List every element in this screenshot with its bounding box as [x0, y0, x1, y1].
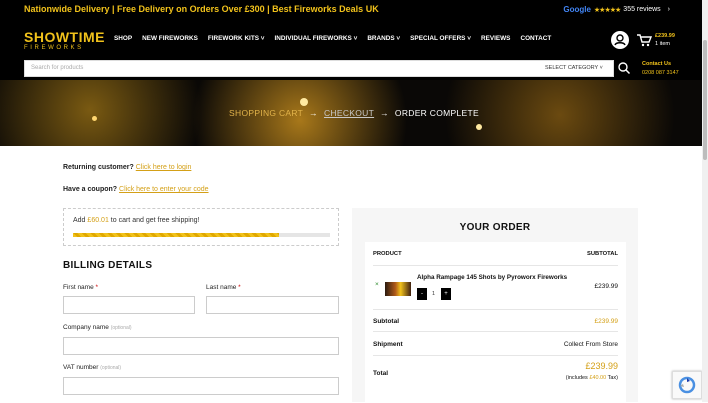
cart-count: 1 item — [655, 41, 670, 47]
site-header: SHOWTIME FIREWORKS SHOP NEW FIREWORKS FI… — [0, 20, 708, 80]
qty-value[interactable]: 1 — [432, 291, 435, 297]
search-input[interactable]: Search for products — [31, 65, 83, 71]
sparkle-decoration — [300, 98, 308, 106]
product-thumbnail[interactable] — [385, 282, 411, 296]
shipment-row: Shipment Collect From Store — [373, 332, 618, 356]
free-shipping-text: Add £60.01 to cart and get free shipping… — [73, 217, 200, 224]
category-select[interactable]: SELECT CATEGORY ˅ — [545, 65, 603, 71]
cart-total: £239.99 — [655, 33, 675, 39]
total-value: £239.99 — [585, 361, 618, 371]
promo-text: Nationwide Delivery | Free Delivery on O… — [24, 4, 379, 14]
coupon-notice: Have a coupon? Click here to enter your … — [63, 186, 209, 193]
vat-number-field[interactable] — [63, 377, 339, 395]
col-product: PRODUCT — [373, 251, 402, 257]
nav-item-new-fireworks[interactable]: NEW FIREWORKS — [142, 35, 198, 42]
company-name-field[interactable] — [63, 337, 339, 355]
product-price: £239.99 — [594, 283, 619, 290]
account-icon[interactable] — [611, 31, 629, 49]
contact-phone: 0208 087 3147 — [642, 70, 679, 76]
shipment-value: Collect From Store — [563, 341, 618, 348]
breadcrumb-order-complete: ORDER COMPLETE — [394, 108, 479, 118]
cart-icon[interactable] — [636, 33, 653, 47]
total-label: Total — [373, 370, 389, 377]
total-row: Total £239.99 (includes £40.00 Tax) — [373, 356, 618, 392]
nav-item-reviews[interactable]: REVIEWS — [481, 35, 510, 42]
qty-plus-button[interactable]: + — [441, 288, 451, 300]
login-link[interactable]: Click here to login — [136, 164, 192, 171]
subtotal-value: £239.99 — [594, 318, 619, 325]
first-name-label: First name * — [63, 284, 99, 291]
last-name-field[interactable] — [206, 296, 339, 314]
subtotal-label: Subtotal — [373, 318, 399, 325]
first-name-field[interactable] — [63, 296, 195, 314]
breadcrumb-checkout[interactable]: CHECKOUT — [324, 108, 374, 118]
coupon-link[interactable]: Click here to enter your code — [119, 186, 209, 193]
billing-title: BILLING DETAILS — [63, 260, 153, 271]
last-name-label: Last name * — [206, 284, 241, 291]
tax-note: (includes £40.00 Tax) — [565, 375, 618, 381]
company-name-label: Company name (optional) — [63, 324, 132, 331]
free-shipping-progress-fill — [73, 233, 279, 237]
reviews-count: 355 reviews — [623, 6, 661, 13]
search-bar: Search for products SELECT CATEGORY ˅ — [24, 60, 614, 77]
nav-item-shop[interactable]: SHOP — [114, 35, 132, 42]
hero-banner: SHOPPING CART → CHECKOUT → ORDER COMPLETE — [0, 80, 708, 146]
free-shipping-amount: £60.01 — [87, 217, 109, 224]
google-reviews-badge[interactable]: Google ★★★★★ 355 reviews › — [563, 5, 670, 14]
shipment-label: Shipment — [373, 341, 403, 348]
main-nav: SHOP NEW FIREWORKS FIREWORK KITS ˅ INDIV… — [114, 35, 561, 42]
search-icon[interactable] — [617, 61, 631, 75]
vat-number-label: VAT number (optional) — [63, 364, 122, 371]
free-shipping-box: Add £60.01 to cart and get free shipping… — [63, 208, 339, 246]
order-header-row: PRODUCT SUBTOTAL — [373, 242, 618, 266]
nav-item-brands[interactable]: BRANDS ˅ — [367, 35, 400, 42]
free-shipping-progress — [73, 233, 330, 237]
contact-title: Contact Us — [642, 61, 672, 67]
product-name[interactable]: Alpha Rampage 145 Shots by Pyroworx Fire… — [417, 274, 567, 281]
col-subtotal: SUBTOTAL — [586, 251, 618, 257]
order-summary: YOUR ORDER PRODUCT SUBTOTAL × Alpha Ramp… — [352, 208, 638, 402]
breadcrumb: SHOPPING CART → CHECKOUT → ORDER COMPLETE — [0, 108, 708, 118]
subtotal-row: Subtotal £239.99 — [373, 310, 618, 332]
chevron-right-icon: › — [667, 6, 670, 13]
breadcrumb-arrow-icon: → — [380, 108, 389, 118]
recaptcha-badge[interactable] — [672, 371, 702, 399]
sparkle-decoration — [476, 124, 482, 130]
nav-item-contact[interactable]: CONTACT — [520, 35, 551, 42]
rating-stars-icon: ★★★★★ — [593, 6, 621, 14]
promo-bar: Nationwide Delivery | Free Delivery on O… — [0, 0, 708, 20]
returning-customer-notice: Returning customer? Click here to login — [63, 164, 192, 171]
nav-item-firework-kits[interactable]: FIREWORK KITS ˅ — [208, 35, 265, 42]
breadcrumb-shopping-cart[interactable]: SHOPPING CART — [229, 108, 303, 118]
checkout-content: Returning customer? Click here to login … — [0, 146, 708, 402]
google-logo: Google — [563, 5, 591, 14]
scrollbar-thumb[interactable] — [703, 40, 707, 160]
remove-item-icon[interactable]: × — [375, 281, 379, 288]
order-table: PRODUCT SUBTOTAL × Alpha Rampage 145 Sho… — [365, 242, 626, 402]
site-logo[interactable]: SHOWTIME FIREWORKS — [24, 30, 105, 52]
nav-item-special-offers[interactable]: SPECIAL OFFERS ˅ — [410, 35, 471, 42]
cart-summary[interactable]: £239.99 1 item — [655, 32, 675, 48]
nav-item-individual-fireworks[interactable]: INDIVIDUAL FIREWORKS ˅ — [275, 35, 358, 42]
contact-info[interactable]: Contact Us 0208 087 3147 — [642, 60, 679, 78]
order-title: YOUR ORDER — [459, 222, 531, 233]
qty-minus-button[interactable]: - — [417, 288, 427, 300]
breadcrumb-arrow-icon: → — [309, 108, 318, 118]
